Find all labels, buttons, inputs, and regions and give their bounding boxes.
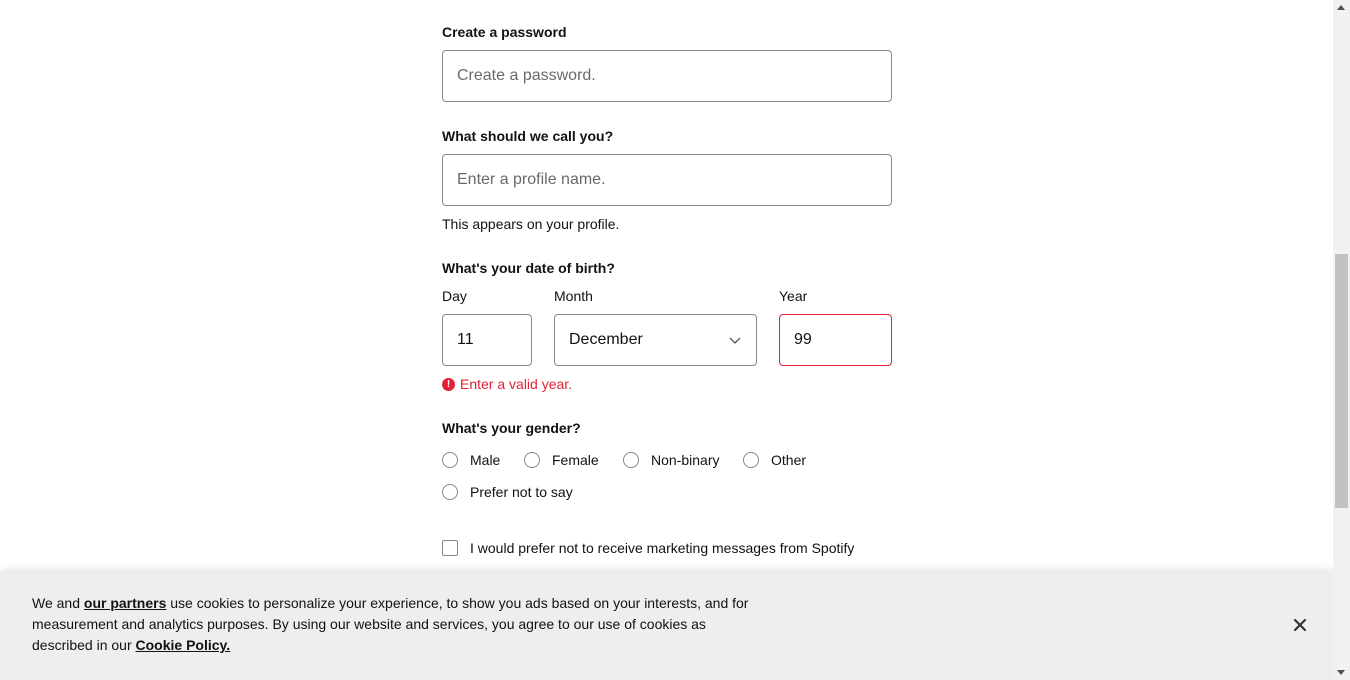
vertical-scrollbar[interactable] — [1333, 0, 1350, 680]
gender-option-other[interactable]: Other — [743, 452, 806, 468]
chevron-down-icon — [729, 337, 741, 344]
year-error: ! Enter a valid year. — [442, 376, 572, 392]
signup-page: Create a password Create a password. Wha… — [0, 0, 1333, 680]
year-input[interactable]: 99 — [779, 314, 892, 366]
gender-option-female[interactable]: Female — [524, 452, 599, 468]
scrollbar-thumb[interactable] — [1335, 254, 1348, 508]
radio-button[interactable] — [743, 452, 759, 468]
marketing-label: I would prefer not to receive marketing … — [470, 540, 855, 556]
gender-option-prefer-not-to-say[interactable]: Prefer not to say — [442, 484, 573, 500]
gender-option-male[interactable]: Male — [442, 452, 500, 468]
gender-option-label: Male — [470, 452, 501, 468]
password-label: Create a password — [442, 24, 567, 40]
marketing-opt-out[interactable]: I would prefer not to receive marketing … — [442, 540, 854, 556]
cookie-text-prefix: We and — [32, 595, 84, 611]
gender-option-label: Other — [771, 452, 807, 468]
close-button[interactable] — [1290, 615, 1310, 635]
scroll-down-icon[interactable] — [1337, 670, 1345, 675]
password-input[interactable]: Create a password. — [442, 50, 892, 102]
profile-name-label: What should we call you? — [442, 128, 614, 144]
radio-button[interactable] — [442, 452, 458, 468]
month-select[interactable]: December — [554, 314, 757, 366]
day-label: Day — [442, 288, 467, 304]
gender-option-non-binary[interactable]: Non-binary — [623, 452, 719, 468]
gender-option-label: Non-binary — [651, 452, 720, 468]
scroll-up-icon[interactable] — [1337, 5, 1345, 10]
cookie-policy-link[interactable]: Cookie Policy. — [136, 637, 231, 653]
day-input[interactable]: 11 — [442, 314, 532, 366]
close-icon — [1293, 618, 1307, 632]
month-label: Month — [554, 288, 593, 304]
profile-name-helper: This appears on your profile. — [442, 216, 620, 232]
radio-button[interactable] — [524, 452, 540, 468]
our-partners-link[interactable]: our partners — [84, 595, 166, 611]
gender-option-label: Prefer not to say — [470, 484, 573, 500]
year-label: Year — [779, 288, 808, 304]
marketing-checkbox[interactable] — [442, 540, 458, 556]
error-icon: ! — [442, 377, 455, 391]
cookie-text: We and our partners use cookies to perso… — [32, 593, 752, 656]
year-error-text: Enter a valid year. — [460, 376, 573, 392]
month-select-value: December — [569, 331, 643, 348]
gender-option-label: Female — [552, 452, 599, 468]
gender-label: What's your gender? — [442, 420, 581, 436]
profile-name-input[interactable]: Enter a profile name. — [442, 154, 892, 206]
cookie-banner: We and our partners use cookies to perso… — [0, 572, 1333, 680]
dob-label: What's your date of birth? — [442, 260, 615, 276]
radio-button[interactable] — [623, 452, 639, 468]
radio-button[interactable] — [442, 484, 458, 500]
